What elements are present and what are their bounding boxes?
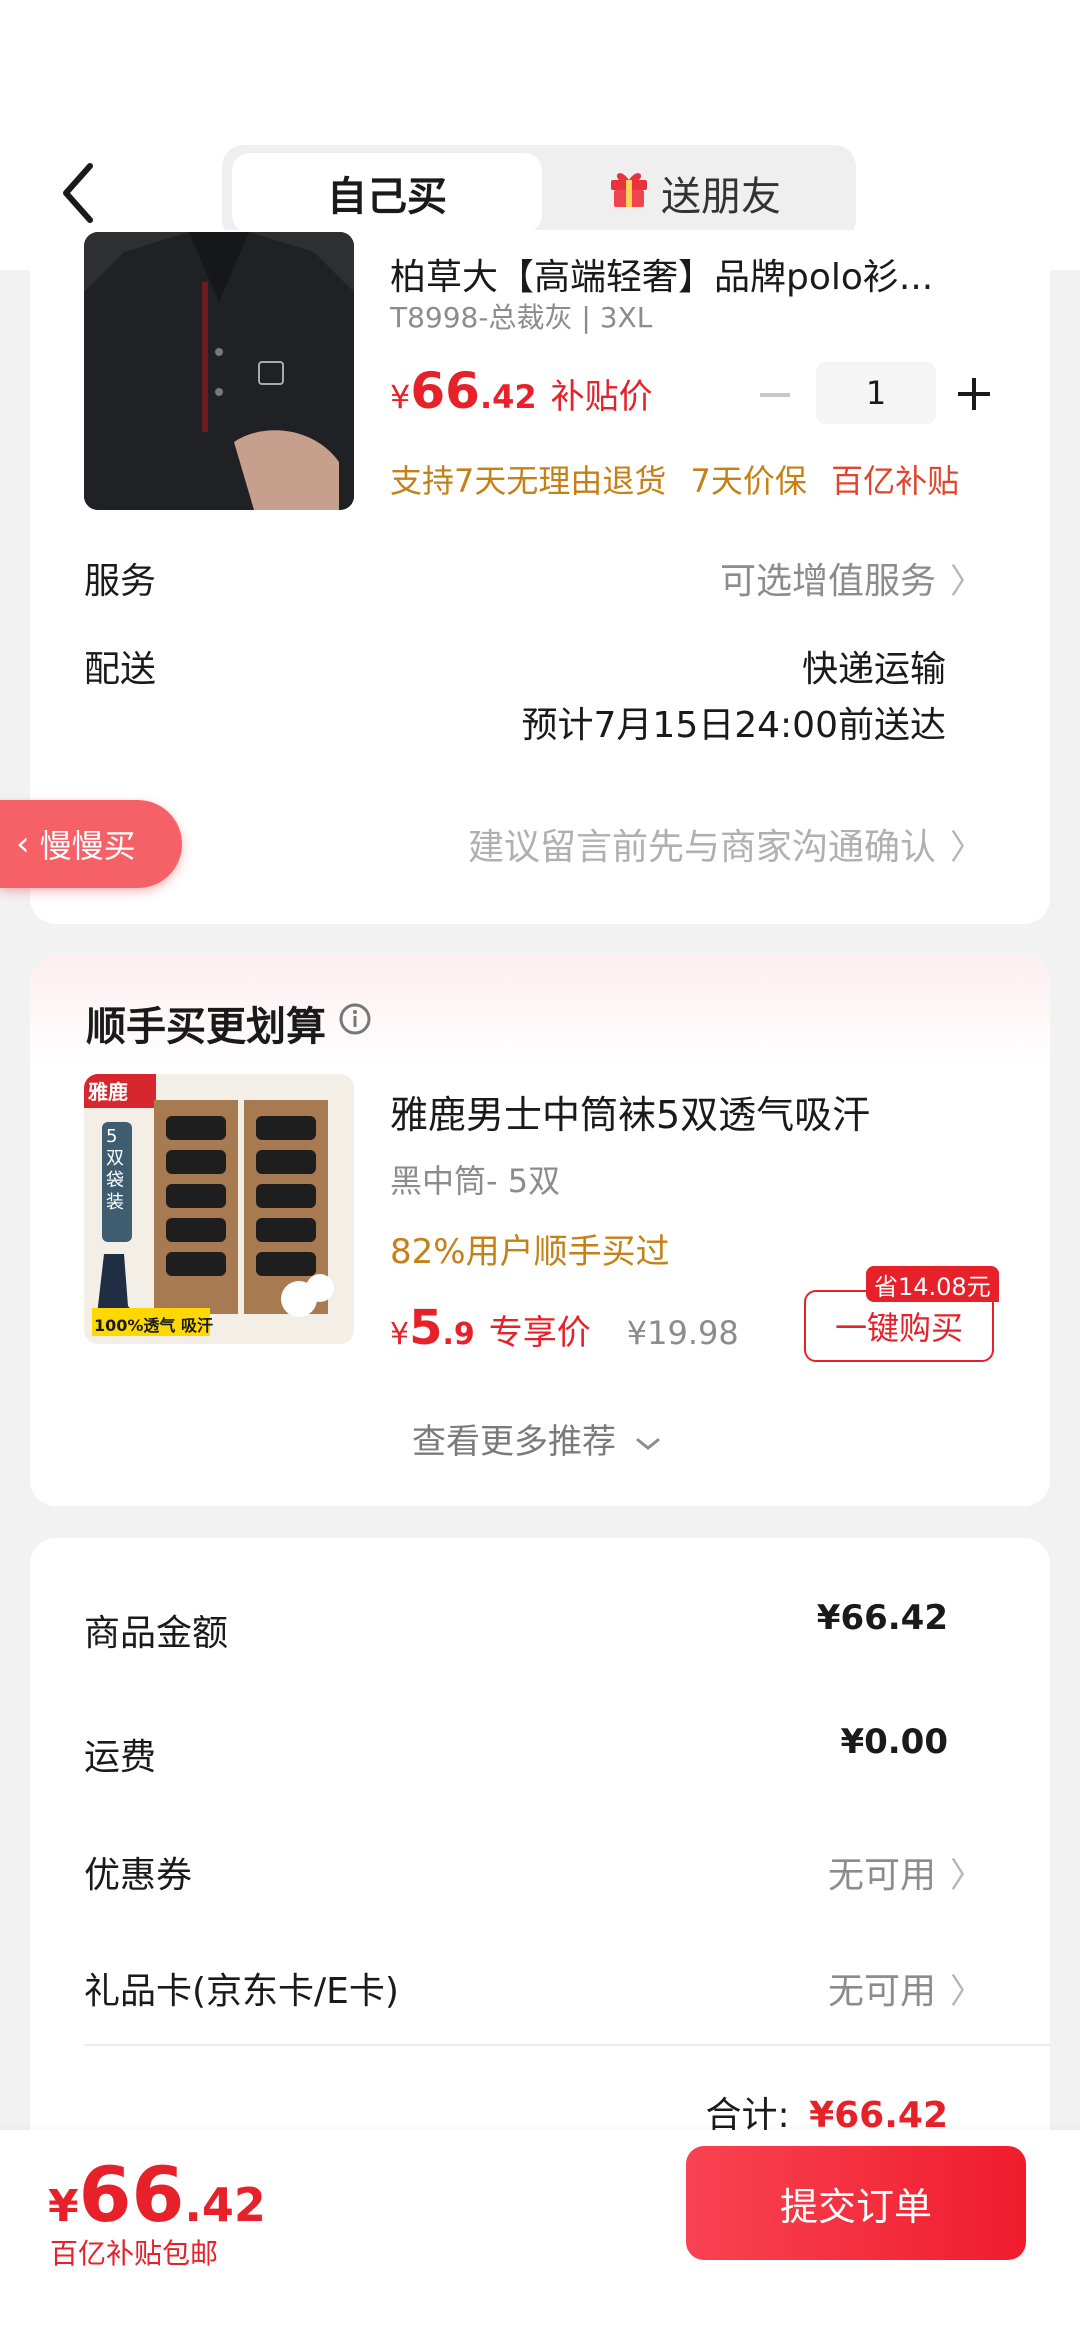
save-badge: 省14.08元 xyxy=(866,1266,999,1302)
delivery-method[interactable]: 快递运输 xyxy=(802,640,946,692)
service-value: 可选增值服务 xyxy=(719,561,936,602)
delivery-eta: 预计7月15日24:00前送达 xyxy=(521,705,946,746)
see-more-label: 查看更多推荐 xyxy=(412,1422,616,1462)
chevron-down-icon xyxy=(635,1422,661,1462)
slow-buy-label: 慢慢买 xyxy=(39,827,136,865)
message-placeholder: 建议留言前先与商家沟通确认 xyxy=(467,827,936,868)
info-icon[interactable] xyxy=(338,1000,372,1046)
addon-section-title-text: 顺手买更划算 xyxy=(86,1004,326,1050)
addon-price-decimal: .9 xyxy=(442,1317,475,1352)
addon-thumb-cotton: 100%透气 吸汗 xyxy=(94,1316,214,1335)
see-more-recommendations[interactable]: 查看更多推荐 xyxy=(412,1414,661,1463)
gift-icon xyxy=(607,166,651,220)
tag-price-protect: 7天价保 xyxy=(690,462,807,500)
tab-send-friend-label: 送朋友 xyxy=(661,174,781,220)
slow-buy-floating-tag[interactable]: ‹ 慢慢买 xyxy=(0,800,182,888)
quantity-input[interactable]: 1 xyxy=(816,362,936,424)
addon-product-title[interactable]: 雅鹿男士中筒袜5双透气吸汗 xyxy=(390,1084,870,1139)
tag-return: 支持7天无理由退货 xyxy=(390,462,667,500)
product-title[interactable]: 柏草大【高端轻奢】品牌polo衫... xyxy=(390,248,1000,300)
chevron-right-icon: 〉 xyxy=(950,1972,984,2012)
addon-price-integer: 5 xyxy=(409,1300,443,1356)
goods-amount-label: 商品金额 xyxy=(84,1613,229,1654)
shipping-label: 运费 xyxy=(84,1737,157,1778)
bottom-price-integer: 66 xyxy=(78,2150,185,2239)
giftcard-label: 礼品卡(京东卡/E卡) xyxy=(84,1971,399,2012)
tag-subsidy: 百亿补贴 xyxy=(831,462,960,500)
quantity-decrease-button[interactable] xyxy=(758,378,792,412)
shipping-value: ¥0.00 xyxy=(840,1722,948,1762)
chevron-right-icon: 〉 xyxy=(950,1856,984,1896)
coupon-selector[interactable]: 无可用〉 xyxy=(828,1846,984,1898)
addon-price-tag: 专享价 xyxy=(488,1313,591,1353)
service-tags: 支持7天无理由退货 7天价保 百亿补贴 xyxy=(390,456,959,502)
addon-thumb-brand: 雅鹿 xyxy=(88,1080,128,1104)
addon-price-currency: ¥ xyxy=(390,1317,410,1352)
price-tag: 补贴价 xyxy=(550,377,653,417)
coupon-label: 优惠券 xyxy=(84,1855,193,1896)
bottom-price-currency: ¥ xyxy=(48,2181,79,2232)
product-price: ¥ 66 .42 补贴价 xyxy=(390,362,653,420)
service-selector[interactable]: 可选增值服务〉 xyxy=(720,552,984,604)
giftcard-value: 无可用 xyxy=(827,1971,936,2012)
bottom-price: ¥ 66 .42 xyxy=(48,2150,266,2239)
back-arrow-icon[interactable] xyxy=(56,160,104,226)
addon-thumbnail[interactable]: 雅鹿 5双袋装 100%透气 吸汗 xyxy=(84,1074,354,1344)
addon-section-title: 顺手买更划算 xyxy=(86,994,372,1052)
tab-send-friend[interactable]: 送朋友 xyxy=(542,153,846,233)
purchase-mode-toggle: 自己买 送朋友 xyxy=(222,145,856,241)
giftcard-selector[interactable]: 无可用〉 xyxy=(828,1962,984,2014)
chevron-left-icon: ‹ xyxy=(16,824,30,864)
product-thumbnail[interactable] xyxy=(84,232,354,510)
price-integer: 66 xyxy=(410,362,480,420)
addon-original-price: ¥19.98 xyxy=(626,1314,739,1352)
service-label: 服务 xyxy=(84,561,157,602)
addon-spec[interactable]: 黑中筒- 5双 xyxy=(390,1156,560,1202)
summary-divider xyxy=(84,2044,1050,2046)
addon-ratio: 82%用户顺手买过 xyxy=(390,1232,670,1272)
quantity-increase-button[interactable] xyxy=(956,376,992,412)
tab-buy-self[interactable]: 自己买 xyxy=(232,153,542,233)
goods-amount-value: ¥66.42 xyxy=(816,1598,948,1638)
chevron-right-icon: 〉 xyxy=(950,828,984,868)
chevron-right-icon: 〉 xyxy=(950,562,984,602)
price-decimal: .42 xyxy=(479,378,537,416)
addon-price: ¥ 5 .9 专享价 ¥19.98 xyxy=(390,1300,739,1356)
tab-buy-self-label: 自己买 xyxy=(327,174,447,220)
addon-thumb-pack: 5双袋装 xyxy=(106,1126,124,1213)
bottom-subsidy-note: 百亿补贴包邮 xyxy=(50,2237,219,2270)
coupon-value: 无可用 xyxy=(827,1855,936,1896)
submit-order-button[interactable]: 提交订单 xyxy=(686,2146,1026,2260)
price-currency: ¥ xyxy=(390,378,411,416)
message-input[interactable]: 建议留言前先与商家沟通确认〉 xyxy=(468,818,984,870)
product-spec[interactable]: T8998-总裁灰 | 3XL xyxy=(390,296,652,336)
delivery-label: 配送 xyxy=(84,649,157,690)
bottom-price-decimal: .42 xyxy=(184,2178,266,2232)
